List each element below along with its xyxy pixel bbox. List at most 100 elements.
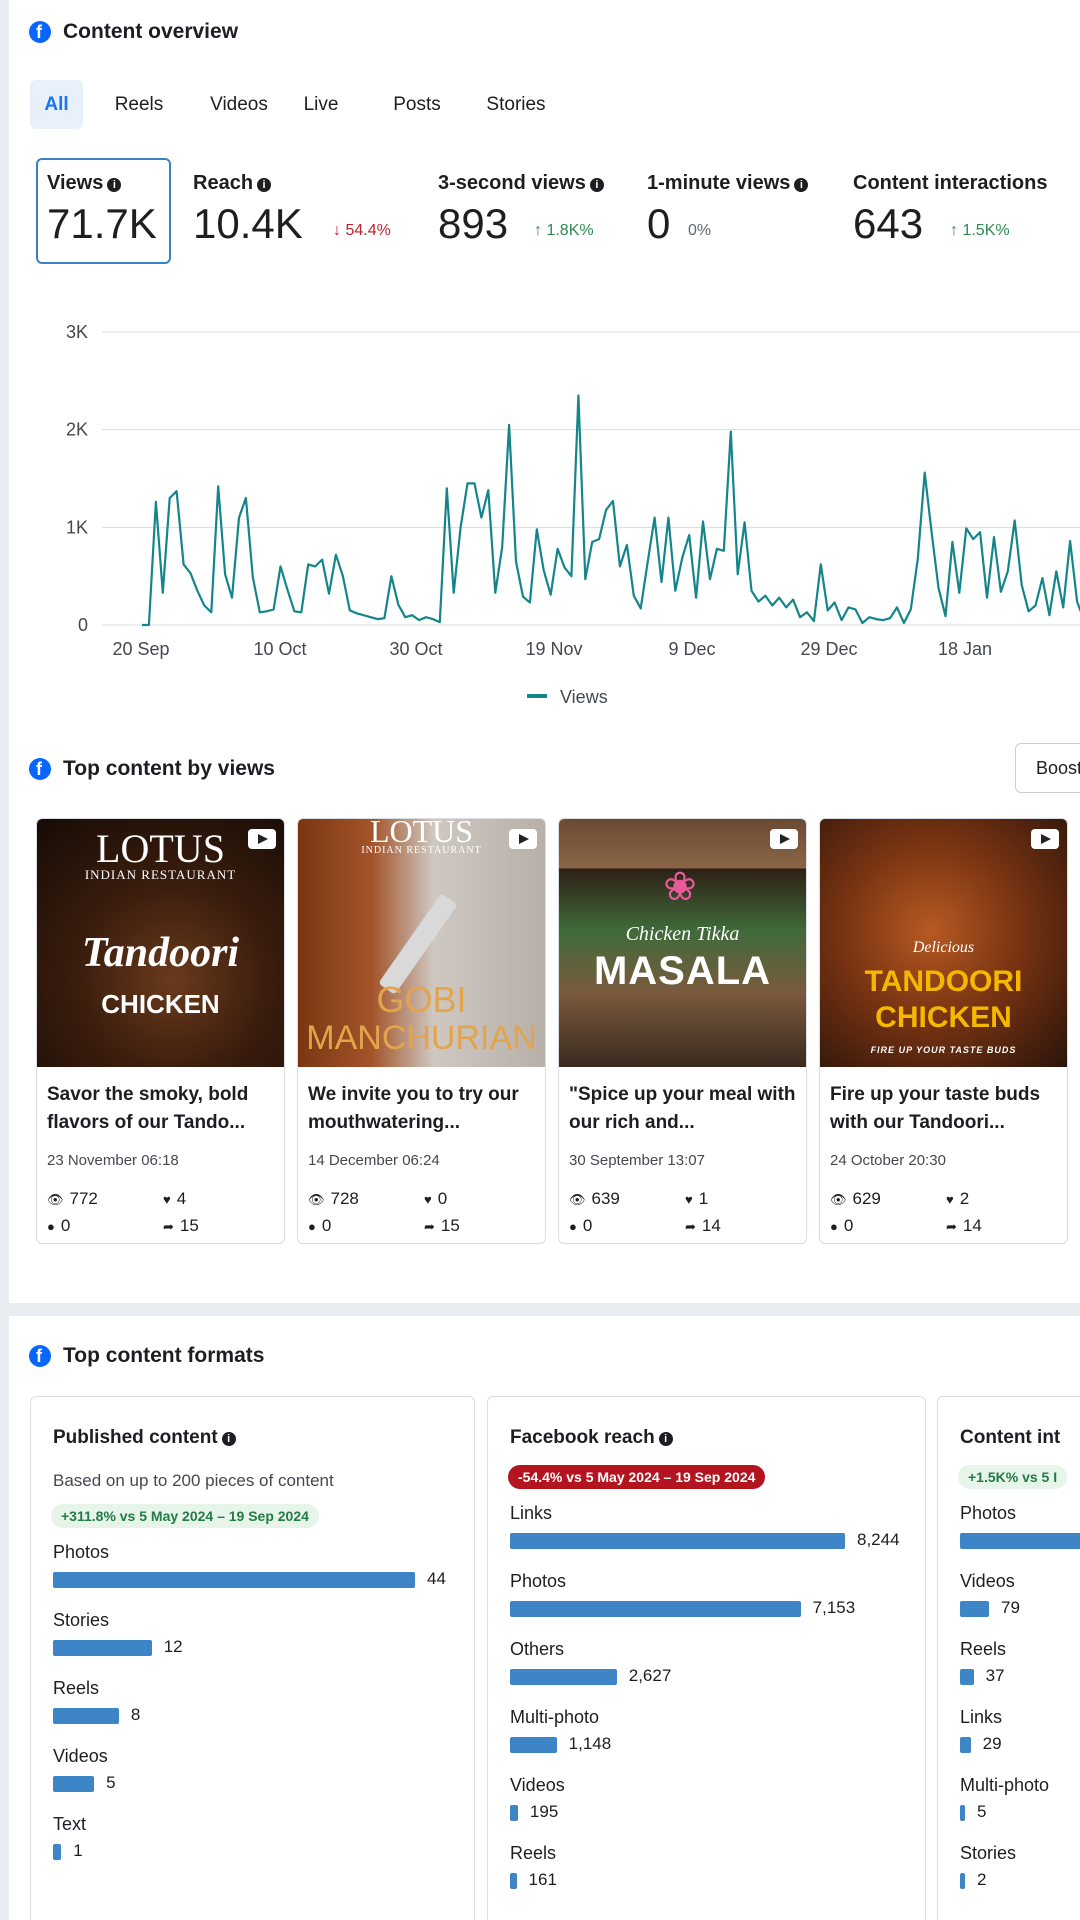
eye-icon: 👁 [569,1192,586,1207]
bar-label: Reels [960,1639,1007,1659]
content-thumbnail[interactable]: Delicious TANDOORI CHICKEN FIRE UP YOUR … [820,819,1067,1067]
format-bar[interactable] [53,1708,119,1724]
facebook-icon: f [29,21,51,43]
thumb-text: LOTUS [96,826,225,871]
format-bar[interactable] [510,1533,845,1549]
content-date: 23 November 06:18 [47,1152,179,1169]
legend-swatch [527,694,547,698]
metric-1m-views-label[interactable]: 1-minute views i [647,172,809,195]
bar-value: 195 [529,1802,559,1821]
bar-value: 161 [528,1870,557,1889]
thumb-text: INDIAN RESTAURANT [84,867,237,882]
info-icon[interactable]: i [107,178,122,192]
info-icon[interactable]: i [794,178,809,192]
eye-icon: 👁 [830,1192,847,1207]
facebook-icon: f [29,758,51,780]
heart-icon: ♥ [163,1192,171,1207]
format-bar[interactable] [960,1873,965,1889]
bar-value: 79 [1001,1598,1020,1617]
format-bar[interactable] [53,1640,152,1656]
content-thumbnail[interactable]: LOTUS INDIAN RESTAURANT GOBI MANCHURIAN [298,819,545,1067]
tab-videos[interactable]: Videos [204,80,274,129]
panel-title: Published content i [53,1427,236,1449]
tab-all[interactable]: All [30,80,83,129]
metric-reach-label[interactable]: Reach i [193,172,272,195]
content-date: 30 September 13:07 [569,1152,705,1169]
format-bar[interactable] [960,1737,971,1753]
tab-reels[interactable]: Reels [109,80,169,129]
format-bar[interactable] [53,1844,62,1860]
legend-label[interactable]: Views [560,687,608,707]
content-card-1[interactable]: LOTUS INDIAN RESTAURANT Tandoori CHICKEN… [36,818,285,1244]
content-thumbnail[interactable]: ❀ Chicken Tikka MASALA [559,819,806,1067]
section-title-content-overview: Content overview [63,20,239,43]
metric-reach-value: 10.4K [193,200,303,247]
format-bar[interactable] [53,1776,95,1792]
content-caption: Savor the smoky, bold flavors of our Tan… [47,1084,249,1133]
bar-label: Stories [960,1843,1017,1863]
info-icon[interactable]: i [221,1432,236,1446]
thumb-text: GOBI [376,979,467,1020]
tab-live[interactable]: Live [299,80,343,129]
thumb-text: INDIAN RESTAURANT [361,845,482,856]
comment-icon: ● [308,1219,316,1234]
tab-stories[interactable]: Stories [481,80,551,129]
bar-label: Photos [510,1571,567,1591]
content-caption: We invite you to try our mouthwatering..… [308,1084,519,1133]
metric-views-label[interactable]: Views i [47,172,122,195]
share-icon: ➦ [685,1219,696,1234]
content-card-2[interactable]: LOTUS INDIAN RESTAURANT GOBI MANCHURIAN … [297,818,546,1244]
info-icon[interactable]: i [257,178,272,192]
eye-icon: 👁 [308,1192,325,1207]
format-bar[interactable] [510,1873,517,1889]
metric-views-value: 71.7K [47,200,157,247]
y-tick-label: 1K [66,517,88,537]
section-title-formats: Top content formats [63,1344,265,1367]
format-bar[interactable] [53,1572,415,1588]
bar-label: Reels [53,1678,100,1698]
y-tick-label: 3K [66,322,88,342]
bar-value: 37 [985,1666,1005,1685]
format-bar[interactable] [510,1737,557,1753]
section-title-top-content: Top content by views [63,757,275,780]
bar-value: 29 [982,1734,1002,1753]
info-icon[interactable]: i [658,1432,673,1446]
x-tick-label: 20 Sep [112,639,169,659]
heart-icon: ♥ [946,1192,954,1207]
comparison-badge: -54.4% vs 5 May 2024 – 19 Sep 2024 [508,1465,766,1489]
metric-interactions-label[interactable]: Content interactions [853,172,1047,195]
format-bar[interactable] [510,1601,801,1617]
format-bar[interactable] [960,1533,1080,1549]
content-caption: "Spice up your meal with our rich and... [569,1084,796,1133]
shares-stat: ➦ 15 [163,1216,199,1235]
bar-label: Photos [960,1503,1017,1523]
bar-value: 2 [977,1870,987,1889]
shares-stat: ➦ 14 [946,1216,982,1235]
info-icon[interactable]: i [589,178,604,192]
boost-button[interactable]: Boost [1015,743,1080,793]
metric-3s-views-label[interactable]: 3-second views i [438,172,604,195]
thumb-text: TANDOORI [864,965,1023,998]
thumb-text: MANCHURIAN [306,1019,537,1057]
video-icon [770,829,798,849]
views-stat: 👁 728 [308,1189,359,1208]
views-line-chart[interactable]: 0 1K 2K 3K 20 Sep 10 Oct 30 Oct 19 Nov 9 Dec 29 D… [9,305,1080,725]
content-overview-card: f Content overview All Reels Videos Live… [9,0,1080,1303]
tab-posts[interactable]: Posts [387,80,447,129]
format-bar[interactable] [510,1805,518,1821]
content-card-4[interactable]: Delicious TANDOORI CHICKEN FIRE UP YOUR … [819,818,1068,1244]
comment-icon: ● [830,1219,838,1234]
bar-label: Others [510,1639,565,1659]
content-thumbnail[interactable]: LOTUS INDIAN RESTAURANT Tandoori CHICKEN [37,819,284,1067]
format-bar[interactable] [960,1601,990,1617]
heart-icon: ♥ [424,1192,432,1207]
content-card-3[interactable]: ❀ Chicken Tikka MASALA "Spice up your me… [558,818,807,1244]
heart-icon: ♥ [685,1192,693,1207]
format-bar[interactable] [960,1805,965,1821]
thumb-text: Delicious [912,939,975,956]
bar-value: 44 [427,1569,446,1588]
bar-label: Videos [53,1746,108,1766]
format-bar[interactable] [960,1669,974,1685]
format-bar[interactable] [510,1669,617,1685]
metric-1m-views-delta: 0% [688,222,712,239]
